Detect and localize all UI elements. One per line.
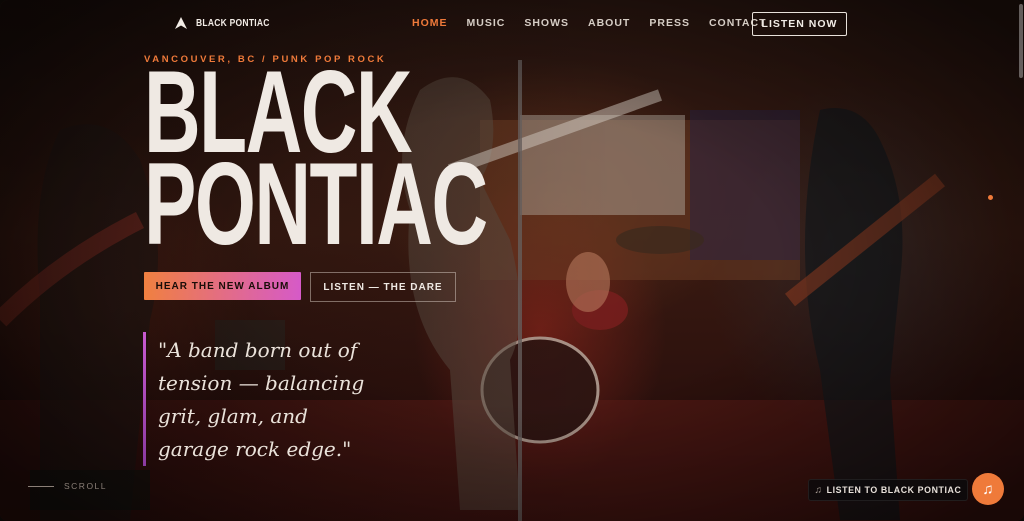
page-scrollbar[interactable]: [1019, 4, 1023, 78]
quote-accent-bar: [143, 332, 146, 466]
hero-quote: "A band born out of tension — balancing …: [158, 338, 365, 461]
slide-indicator-dot[interactable]: [988, 195, 993, 200]
hear-new-album-button[interactable]: HEAR THE NEW ALBUM: [144, 272, 301, 300]
listen-the-dare-button[interactable]: LISTEN — THE DARE: [310, 272, 456, 302]
scroll-indicator[interactable]: SCROLL: [28, 481, 107, 491]
brand-logo[interactable]: BLACK PONTIAC: [174, 16, 283, 30]
listen-now-button[interactable]: LISTEN NOW: [752, 12, 847, 36]
player-label: LISTEN TO BLACK PONTIAC: [826, 485, 962, 495]
scroll-label: SCROLL: [64, 481, 108, 491]
nav-item-home[interactable]: HOME: [412, 17, 448, 29]
hero-section: BLACK PONTIAC HOME MUSIC SHOWS ABOUT PRE…: [0, 0, 1024, 521]
nav-item-music[interactable]: MUSIC: [467, 17, 506, 29]
nav-menu: HOME MUSIC SHOWS ABOUT PRESS CONTACT: [412, 17, 786, 29]
top-navigation: BLACK PONTIAC HOME MUSIC SHOWS ABOUT PRE…: [0, 0, 1024, 46]
play-music-button[interactable]: ♫: [972, 473, 1004, 505]
nav-item-press[interactable]: PRESS: [649, 17, 690, 29]
music-note-icon: ♫: [814, 484, 823, 496]
arrow-logo-icon: [175, 17, 187, 29]
brand-name: BLACK PONTIAC: [196, 17, 270, 29]
scroll-line: [28, 485, 54, 487]
music-note-icon: ♫: [982, 480, 994, 498]
audio-player-pill[interactable]: ♫ LISTEN TO BLACK PONTIAC: [808, 479, 968, 501]
hero-title-line2: PONTIAC: [144, 139, 488, 270]
nav-item-about[interactable]: ABOUT: [588, 17, 630, 29]
nav-item-shows[interactable]: SHOWS: [524, 17, 569, 29]
hero-title: BLACK PONTIAC: [144, 54, 488, 270]
